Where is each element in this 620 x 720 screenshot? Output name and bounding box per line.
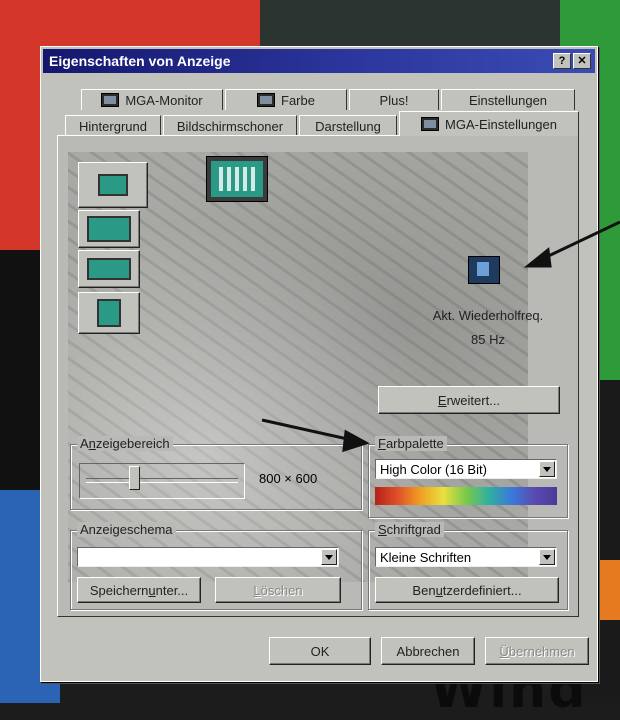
tab-label: Bildschirmschoner	[176, 118, 284, 134]
display-mode-button-2[interactable]	[78, 210, 140, 248]
font-size-group: Schriftgrad Kleine Schriften Ben u tzerdef…	[368, 522, 568, 610]
font-size-label: Schriftgrad	[375, 522, 444, 537]
tab-label: Darstellung	[315, 118, 381, 134]
refresh-rate-label: Akt. Wiederholfreq.	[432, 308, 544, 323]
color-spectrum-bar	[375, 487, 557, 505]
tab-plus[interactable]: Plus!	[349, 89, 439, 110]
ok-button[interactable]: OK	[269, 637, 371, 665]
tab-label: MGA-Einstellungen	[445, 116, 557, 132]
close-button[interactable]: ✕	[573, 53, 591, 69]
resolution-value: 800 × 600	[259, 471, 318, 486]
display-scheme-select[interactable]	[77, 547, 339, 567]
refresh-rate-value: 85 Hz	[471, 332, 505, 347]
monitor-icon	[421, 117, 439, 131]
title-bar: Eigenschaften von Anzeige ? ✕	[43, 49, 595, 73]
tab-label: Einstellungen	[468, 92, 548, 108]
tab-panel-mga-einstellungen: Akt. Wiederholfreq. 85 Hz Erweitert... A…	[57, 135, 579, 617]
color-palette-label: Farbpalette	[375, 436, 447, 451]
color-palette-select[interactable]: High Color (16 Bit)	[375, 459, 557, 479]
tab-label: MGA-Monitor	[125, 92, 203, 108]
display-properties-dialog: Eigenschaften von Anzeige ? ✕ MGA-Monito…	[40, 46, 598, 682]
display-mode-button-3[interactable]	[78, 250, 140, 288]
tab-label: Hintergrund	[79, 118, 147, 134]
display-area-label: Anzeigebereich	[77, 436, 173, 451]
advanced-button[interactable]: Erweitert...	[378, 386, 560, 414]
font-size-selected: Kleine Schriften	[380, 549, 472, 565]
display-mode-button-4[interactable]	[78, 292, 140, 334]
color-palette-selected: High Color (16 Bit)	[380, 461, 487, 477]
dual-monitor-icon	[87, 216, 131, 242]
slider-track	[86, 478, 238, 483]
slider-thumb[interactable]	[128, 466, 140, 490]
monitor-preview-icon	[206, 156, 268, 202]
color-palette-group: Farbpalette High Color (16 Bit)	[368, 436, 568, 518]
font-size-select[interactable]: Kleine Schriften	[375, 547, 557, 567]
monitor-icon	[98, 174, 128, 196]
delete-button[interactable]: Löschen	[215, 577, 341, 603]
help-button[interactable]: ?	[553, 53, 571, 69]
tab-hintergrund[interactable]: Hintergrund	[65, 115, 161, 136]
chevron-down-icon[interactable]	[539, 549, 555, 565]
chevron-down-icon[interactable]	[321, 549, 337, 565]
tab-farbe[interactable]: Farbe	[225, 89, 347, 110]
tab-einstellungen[interactable]: Einstellungen	[441, 89, 575, 110]
tab-mga-monitor[interactable]: MGA-Monitor	[81, 89, 223, 110]
display-area-group: Anzeigebereich 800 × 600	[70, 436, 362, 510]
display-scheme-group: Anzeigeschema Speichern u nter... Löschen	[70, 522, 362, 610]
display-mode-button-1[interactable]	[78, 162, 148, 208]
wide-monitor-icon	[87, 258, 131, 280]
portrait-monitor-icon	[97, 299, 121, 327]
refresh-rate-icon	[468, 256, 500, 284]
tab-darstellung[interactable]: Darstellung	[299, 115, 397, 136]
color-icon	[257, 93, 276, 107]
apply-button[interactable]: Übernehmen	[485, 637, 589, 665]
custom-button[interactable]: Ben u tzerdefiniert...	[375, 577, 559, 603]
chevron-down-icon[interactable]	[539, 461, 555, 477]
window-title: Eigenschaften von Anzeige	[49, 53, 231, 69]
cancel-button[interactable]: Abbrechen	[381, 637, 475, 665]
tab-bildschirmschoner[interactable]: Bildschirmschoner	[163, 115, 297, 136]
tab-label: Plus!	[379, 92, 409, 108]
monitor-icon	[101, 93, 120, 107]
resolution-slider[interactable]	[79, 463, 245, 499]
display-scheme-label: Anzeigeschema	[77, 522, 176, 537]
save-as-button[interactable]: Speichern u nter...	[77, 577, 201, 603]
tab-label: Farbe	[281, 92, 315, 108]
tab-mga-einstellungen[interactable]: MGA-Einstellungen	[399, 111, 579, 136]
